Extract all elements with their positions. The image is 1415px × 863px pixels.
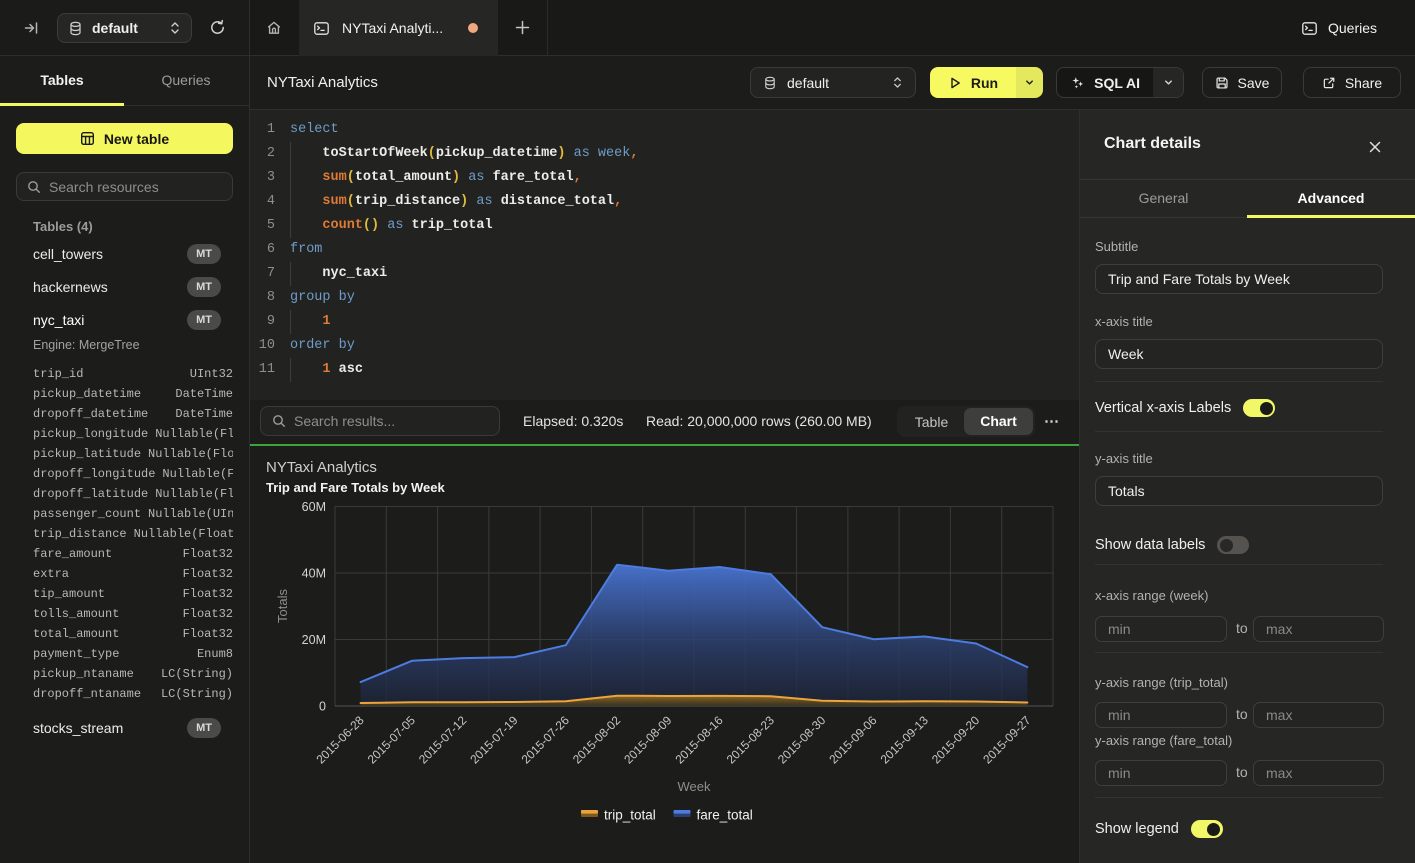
svg-text:2015-07-05: 2015-07-05 xyxy=(365,713,419,767)
svg-text:fare_total: fare_total xyxy=(697,808,753,823)
svg-text:2015-08-09: 2015-08-09 xyxy=(621,713,675,767)
svg-text:2015-09-27: 2015-09-27 xyxy=(980,713,1034,767)
svg-text:2015-09-06: 2015-09-06 xyxy=(826,713,880,767)
svg-text:2015-08-23: 2015-08-23 xyxy=(724,713,778,767)
svg-text:0: 0 xyxy=(319,700,326,714)
svg-text:20M: 20M xyxy=(302,633,326,647)
svg-text:Totals: Totals xyxy=(275,589,290,623)
svg-text:2015-07-26: 2015-07-26 xyxy=(519,713,573,767)
svg-text:2015-08-30: 2015-08-30 xyxy=(775,713,829,767)
svg-text:Week: Week xyxy=(678,779,711,794)
svg-text:trip_total: trip_total xyxy=(604,808,656,823)
svg-text:2015-08-02: 2015-08-02 xyxy=(570,713,624,767)
svg-text:2015-09-20: 2015-09-20 xyxy=(929,713,983,767)
svg-text:2015-09-13: 2015-09-13 xyxy=(878,713,932,767)
svg-text:60M: 60M xyxy=(302,500,326,514)
svg-text:2015-08-16: 2015-08-16 xyxy=(672,713,726,767)
svg-text:2015-07-12: 2015-07-12 xyxy=(416,713,470,767)
svg-text:2015-07-19: 2015-07-19 xyxy=(467,713,521,767)
svg-text:40M: 40M xyxy=(302,567,326,581)
svg-text:2015-06-28: 2015-06-28 xyxy=(313,713,367,767)
